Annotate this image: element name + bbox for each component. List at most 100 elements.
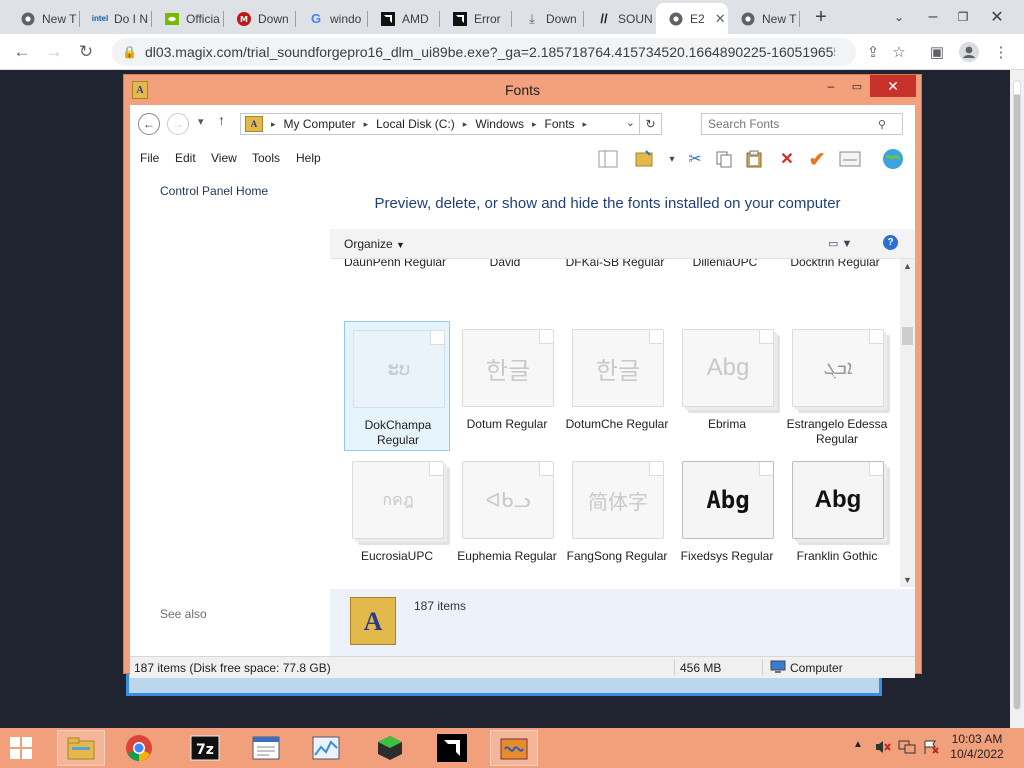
refresh-icon[interactable]: ↻ — [639, 114, 661, 134]
menu-view[interactable]: View — [211, 151, 237, 165]
close-tab-icon[interactable]: ✕ — [715, 11, 726, 27]
browser-tab[interactable]: New T — [8, 3, 80, 34]
font-item-selected[interactable]: ະບ DokChampa Regular — [344, 321, 450, 451]
cube-app-taskbar-icon[interactable] — [366, 730, 414, 766]
windows-start-icon[interactable] — [10, 737, 32, 759]
network-icon[interactable] — [898, 739, 916, 758]
page-scrollbar[interactable] — [1010, 70, 1024, 728]
search-box[interactable]: ⚲ — [701, 113, 903, 135]
new-tab-button[interactable]: + — [808, 0, 834, 34]
chevron-right-icon[interactable]: ▸ — [267, 119, 280, 130]
back-icon[interactable]: ← — [8, 38, 36, 66]
sound-forge-taskbar-icon[interactable] — [490, 730, 538, 766]
font-item[interactable]: กคฎ EucrosiaUPC — [344, 453, 450, 583]
chevron-right-icon[interactable]: ▸ — [579, 119, 592, 130]
font-item[interactable]: Abg Fixedsys Regular — [674, 453, 780, 583]
chrome-taskbar-icon[interactable] — [115, 730, 163, 766]
file-explorer-taskbar-icon[interactable] — [57, 730, 105, 766]
lock-icon[interactable]: 🔒 — [122, 45, 137, 59]
font-item[interactable]: Abg Franklin Gothic — [784, 453, 890, 583]
search-input[interactable] — [708, 117, 878, 131]
chevron-right-icon[interactable]: ▸ — [528, 119, 541, 130]
menu-tools[interactable]: Tools — [252, 151, 280, 165]
paste-icon[interactable] — [742, 148, 766, 170]
search-icon[interactable]: ⚲ — [878, 118, 886, 131]
resource-monitor-taskbar-icon[interactable] — [302, 730, 350, 766]
menu-file[interactable]: File — [140, 151, 159, 165]
chevron-down-icon[interactable]: ▾ — [660, 148, 684, 170]
copy-icon[interactable] — [712, 148, 736, 170]
scroll-up-icon[interactable]: ▲ — [903, 261, 912, 271]
speaker-muted-icon[interactable] — [874, 739, 892, 758]
breadcrumb-item[interactable]: Local Disk (C:) — [372, 117, 459, 131]
7zip-taskbar-icon[interactable]: 7z — [181, 730, 229, 766]
chevron-right-icon[interactable]: ▸ — [459, 119, 472, 130]
change-view-button[interactable]: ▭ ▼ — [828, 237, 852, 250]
side-panel-icon[interactable]: ▣ — [924, 38, 950, 66]
menu-kebab-icon[interactable]: ⋮ — [988, 38, 1014, 66]
organize-button[interactable]: Organize ▼ — [344, 237, 405, 251]
browser-tab[interactable]: G windo — [296, 3, 368, 34]
forward-icon[interactable]: → — [167, 113, 189, 135]
browser-toolbar: ← → ↻ 🔒 dl03.magix.com/trial_soundforgep… — [0, 34, 1024, 70]
scrollbar-thumb[interactable] — [1013, 80, 1021, 710]
window-minimize-button[interactable]: – — [818, 75, 844, 97]
browser-tab[interactable]: New T — [728, 3, 800, 34]
system-clock[interactable]: 10:03 AM 10/4/2022 — [946, 732, 1008, 762]
minimize-icon[interactable]: – — [918, 0, 948, 34]
browser-tab[interactable]: intel Do I N — [80, 3, 152, 34]
internet-globe-icon[interactable] — [881, 148, 905, 170]
share-icon[interactable]: ⇪ — [860, 38, 886, 66]
close-window-icon[interactable]: ✕ — [980, 0, 1014, 34]
forward-icon[interactable]: → — [40, 38, 68, 66]
layout-pane-icon[interactable] — [596, 148, 620, 170]
profile-avatar-icon[interactable] — [956, 38, 982, 66]
window-close-button[interactable]: ✕ — [870, 75, 916, 97]
restore-icon[interactable]: ❐ — [948, 0, 978, 34]
recent-locations-icon[interactable]: ▾ — [198, 115, 204, 128]
cut-icon[interactable]: ✂ — [683, 148, 707, 170]
browser-tab[interactable]: AMD — [368, 3, 440, 34]
chevron-down-icon[interactable]: ⌄ — [626, 116, 635, 129]
font-item[interactable]: Abg Ebrima — [674, 321, 780, 451]
menu-help[interactable]: Help — [296, 151, 321, 165]
back-icon[interactable]: ← — [138, 113, 160, 135]
breadcrumb-item[interactable]: My Computer — [280, 117, 360, 131]
window-maximize-button[interactable]: ▭ — [844, 75, 870, 97]
breadcrumb-item[interactable]: Windows — [471, 117, 528, 131]
breadcrumb-item[interactable]: Fonts — [541, 117, 579, 131]
checkmark-icon[interactable]: ✔ — [805, 148, 829, 171]
scroll-down-icon[interactable]: ▼ — [903, 575, 912, 585]
up-icon[interactable]: ↑ — [218, 112, 225, 128]
font-item[interactable]: 简体字 FangSong Regular — [564, 453, 670, 583]
menu-edit[interactable]: Edit — [175, 151, 196, 165]
document-app-taskbar-icon[interactable] — [242, 730, 290, 766]
browser-tab[interactable]: Error — [440, 3, 512, 34]
action-center-flag-icon[interactable] — [922, 739, 940, 758]
reload-icon[interactable]: ↻ — [72, 38, 100, 66]
url-text[interactable]: dl03.magix.com/trial_soundforgepro16_dlm… — [145, 44, 835, 60]
grid-scrollbar[interactable]: ▲ ▼ — [900, 259, 915, 587]
font-item[interactable]: 한글 DotumChe Regular — [564, 321, 670, 451]
tab-search-icon[interactable]: ⌄ — [886, 0, 912, 34]
help-icon[interactable]: ? — [883, 235, 898, 250]
email-icon[interactable] — [838, 148, 862, 170]
amd-taskbar-icon[interactable] — [428, 730, 476, 766]
bookmark-star-icon[interactable]: ☆ — [886, 38, 912, 66]
browser-tab-active[interactable]: E2 ✕ — [656, 3, 728, 34]
browser-tab[interactable]: Officia — [152, 3, 224, 34]
chevron-right-icon[interactable]: ▸ — [360, 119, 373, 130]
browser-tab[interactable]: M Down — [224, 3, 296, 34]
grid-scroll-thumb[interactable] — [902, 327, 913, 345]
breadcrumb[interactable]: A ▸ My Computer ▸ Local Disk (C:) ▸ Wind… — [240, 113, 662, 135]
delete-icon[interactable]: ✕ — [775, 148, 799, 170]
font-item[interactable]: ᐊᑲᓗ Euphemia Regular — [454, 453, 560, 583]
address-bar[interactable]: 🔒 dl03.magix.com/trial_soundforgepro16_d… — [112, 38, 856, 66]
browser-tab[interactable]: // SOUN — [584, 3, 656, 34]
font-item[interactable]: ܐܒܓ Estrangelo Edessa Regular — [784, 321, 890, 451]
control-panel-home-link[interactable]: Control Panel Home — [160, 184, 268, 198]
font-item[interactable]: 한글 Dotum Regular — [454, 321, 560, 451]
browser-tab[interactable]: ⤓ Down — [512, 3, 584, 34]
show-hidden-icons-icon[interactable]: ▲ — [853, 739, 863, 750]
folder-properties-icon[interactable] — [633, 148, 657, 170]
